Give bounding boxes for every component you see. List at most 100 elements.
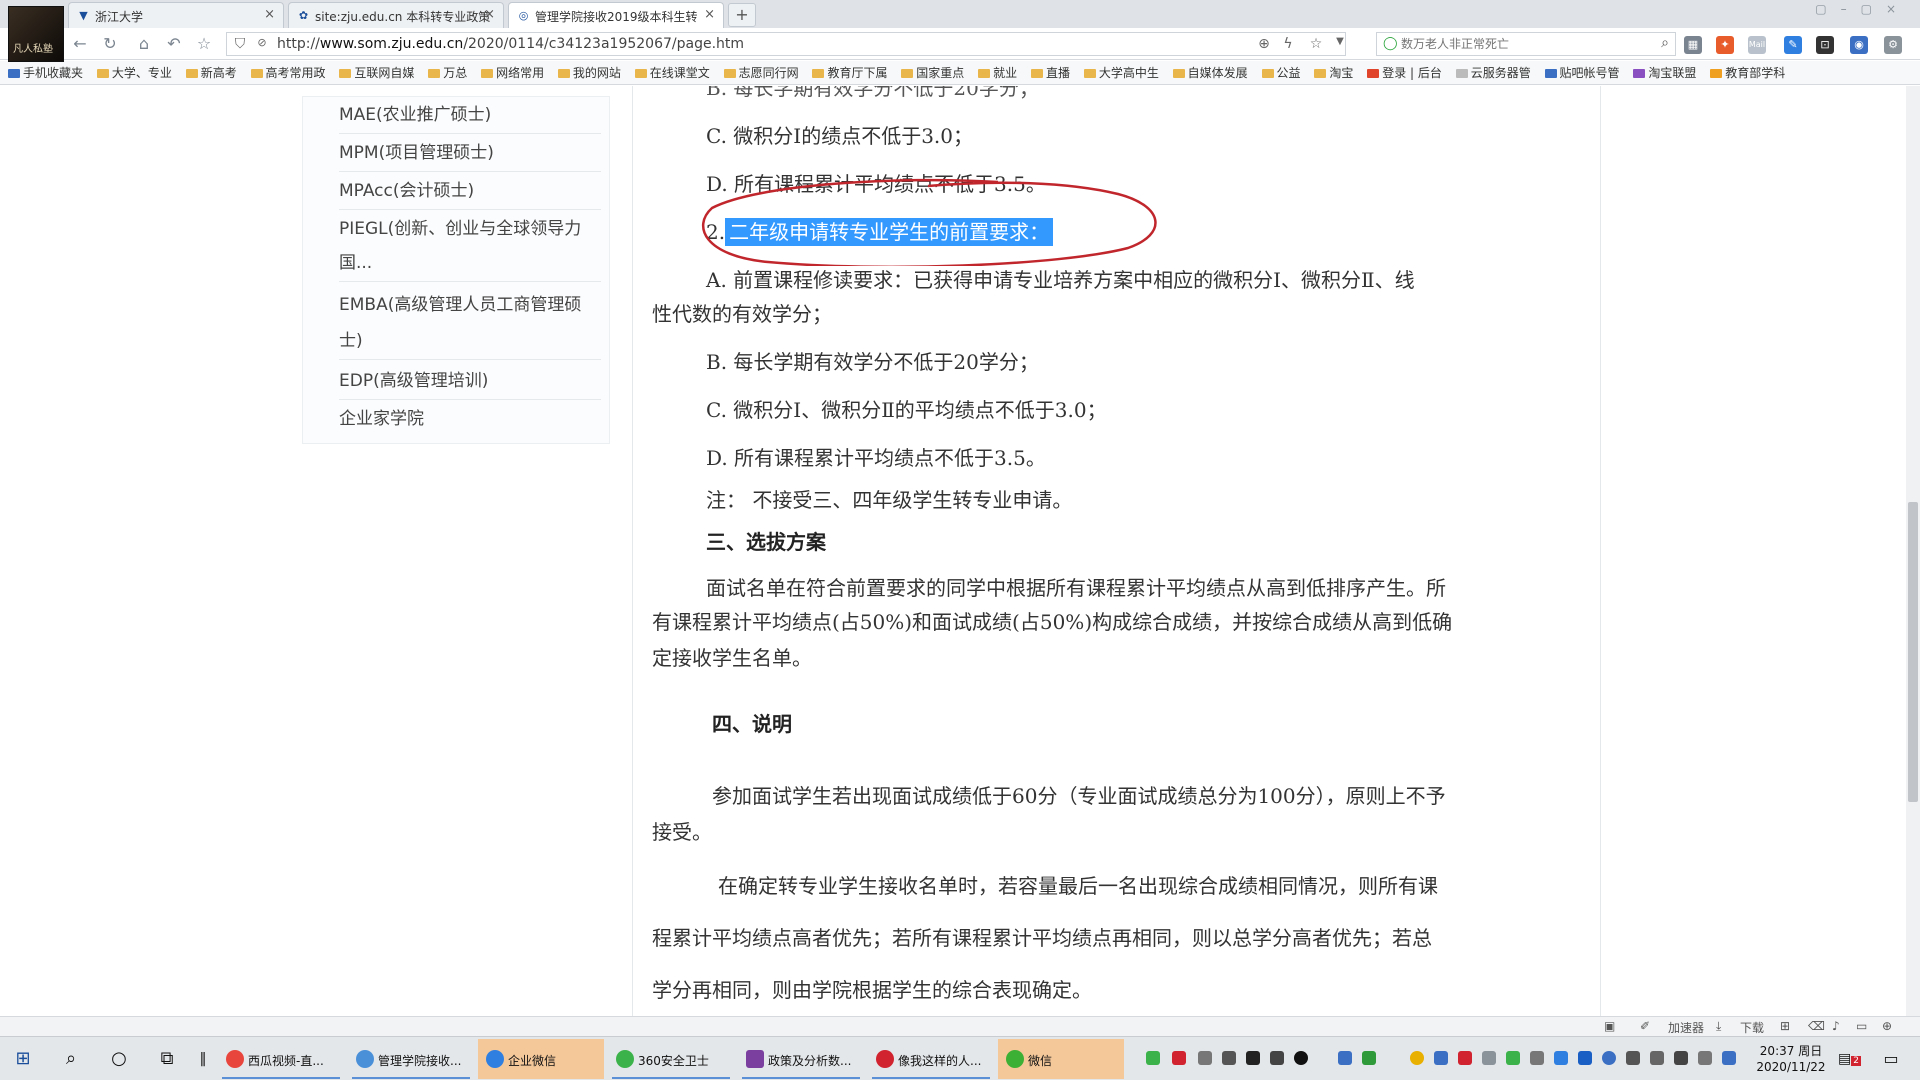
tray-mic-icon[interactable]: [1246, 1051, 1260, 1065]
search-input[interactable]: [1401, 35, 1641, 53]
sidebar-item-piegl[interactable]: PIEGL(创新、创业与全球领导力: [339, 211, 601, 247]
home-icon[interactable]: ⌂: [134, 34, 154, 54]
tray-video-icon[interactable]: [1506, 1051, 1520, 1065]
tray-netease-icon[interactable]: [1458, 1051, 1472, 1065]
bookmark-item[interactable]: 淘宝: [1314, 61, 1353, 84]
tab-active-page[interactable]: ◎ 管理学院接收2019级本科生转 ×: [508, 2, 724, 28]
security-status-icon[interactable]: ⊘: [253, 36, 271, 49]
close-icon[interactable]: ×: [484, 7, 495, 22]
tab-zju[interactable]: ▼ 浙江大学 ×: [68, 2, 284, 28]
search-icon[interactable]: ⌕: [1661, 35, 1669, 51]
lightning-icon[interactable]: ϟ: [1279, 36, 1297, 52]
tray-volume-icon[interactable]: [1674, 1051, 1688, 1065]
taskbar-app-wecom[interactable]: 企业微信: [478, 1039, 604, 1079]
tray-security-icon[interactable]: [1410, 1051, 1424, 1065]
tray-music-icon[interactable]: [1172, 1051, 1186, 1065]
bookmark-star-icon[interactable]: ☆: [1307, 36, 1325, 52]
search-icon[interactable]: ⌕: [60, 1048, 82, 1070]
clean-icon[interactable]: ✐: [1640, 1019, 1650, 1033]
tray-bluetooth-icon[interactable]: [1626, 1051, 1640, 1065]
vertical-scrollbar[interactable]: [1906, 86, 1920, 1016]
screenshot-icon[interactable]: ⊡: [1816, 36, 1834, 54]
translate-icon[interactable]: ◉: [1850, 36, 1868, 54]
sidebar-item-emba[interactable]: EMBA(高级管理人员工商管理硕: [339, 287, 601, 323]
notification-badge-icon[interactable]: ▤ 2: [1838, 1048, 1861, 1070]
windows-start-icon[interactable]: ⊞: [12, 1048, 34, 1070]
bookmark-item[interactable]: 教育厅下属: [812, 61, 887, 84]
tray-app-icon[interactable]: [1198, 1051, 1212, 1065]
tray-shield-icon[interactable]: [1270, 1051, 1284, 1065]
tray-pen-icon[interactable]: [1222, 1051, 1236, 1065]
sidebar-item-emba-cont[interactable]: 士): [339, 323, 601, 360]
taskbar-app-onenote[interactable]: 政策及分析数...: [738, 1039, 864, 1079]
bookmark-item[interactable]: 教育部学科: [1710, 61, 1785, 84]
tray-tool-icon[interactable]: [1482, 1051, 1496, 1065]
tray-qq-icon[interactable]: [1602, 1051, 1616, 1065]
bookmark-item[interactable]: 高考常用政: [250, 61, 326, 84]
sidebar-item-piegl-cont[interactable]: 国...: [339, 245, 601, 282]
shield-icon[interactable]: ⛉: [231, 36, 249, 52]
undo-close-icon[interactable]: ↶: [164, 34, 184, 54]
zoom-icon[interactable]: ⊕: [1255, 36, 1273, 52]
tray-wifi-helper-icon[interactable]: [1554, 1051, 1568, 1065]
address-bar[interactable]: ⛉ ⊘ http://www.som.zju.edu.cn/2020/0114/…: [226, 32, 1346, 56]
tray-chat-icon[interactable]: [1338, 1051, 1352, 1065]
user-avatar[interactable]: 凡人私塾: [8, 6, 64, 62]
zoom-status-icon[interactable]: ⊕: [1882, 1019, 1892, 1033]
bookmark-item[interactable]: 直播: [1030, 61, 1070, 84]
accelerator-button[interactable]: 加速器: [1668, 1019, 1704, 1036]
sidebar-item-edp[interactable]: EDP(高级管理培训): [339, 363, 601, 400]
dropdown-icon[interactable]: ▼: [1331, 36, 1349, 47]
bookmark-item[interactable]: 淘宝联盟: [1633, 61, 1696, 84]
volume-icon[interactable]: ♪: [1832, 1019, 1840, 1033]
taskbar-app-netease-music[interactable]: 像我这样的人...: [868, 1039, 994, 1079]
tray-word-icon[interactable]: [1578, 1051, 1592, 1065]
tray-settings-icon[interactable]: [1530, 1051, 1544, 1065]
bookmark-item[interactable]: 互联网自媒: [339, 61, 414, 84]
selected-text[interactable]: 二年级申请转专业学生的前置要求：: [725, 218, 1054, 246]
tray-battery-icon[interactable]: [1146, 1051, 1160, 1065]
bookmark-item[interactable]: 我的网站: [557, 61, 621, 84]
bookmark-item[interactable]: 云服务器管: [1455, 61, 1531, 84]
sidebar-item-mpm[interactable]: MPM(项目管理硕士): [339, 135, 601, 172]
bookmark-item[interactable]: 国家重点: [901, 61, 964, 84]
url-text[interactable]: http://www.som.zju.edu.cn/2020/0114/c341…: [277, 36, 744, 52]
taskbar-app-wechat[interactable]: 微信: [998, 1039, 1124, 1079]
sidebar-item-entrepreneur[interactable]: 企业家学院: [339, 401, 601, 437]
image-icon[interactable]: ▣: [1604, 1019, 1615, 1033]
bookmark-item[interactable]: 自媒体发展: [1172, 61, 1248, 84]
favorite-star-icon[interactable]: ☆: [194, 34, 214, 54]
trash-icon[interactable]: ⌫: [1808, 1019, 1825, 1033]
bookmark-item[interactable]: 大学高中生: [1083, 61, 1159, 84]
bookmark-item[interactable]: 公益: [1261, 61, 1301, 84]
bookmark-item[interactable]: 志愿同行网: [723, 61, 799, 84]
tray-feishu-icon[interactable]: [1434, 1051, 1448, 1065]
download-icon[interactable]: ⤓: [1716, 1019, 1721, 1034]
download-button[interactable]: 下载: [1740, 1019, 1764, 1036]
new-tab-button[interactable]: +: [728, 3, 756, 27]
tray-ime-icon[interactable]: [1722, 1051, 1736, 1065]
bookmark-item[interactable]: 手机收藏夹: [8, 61, 83, 84]
taskbar-app-browser[interactable]: 管理学院接收...: [348, 1039, 474, 1079]
close-icon[interactable]: ×: [704, 7, 715, 22]
window-controls[interactable]: ▢–▢×: [1815, 2, 1910, 16]
tool-icon[interactable]: ⊞: [1780, 1019, 1790, 1033]
back-icon[interactable]: ←: [70, 34, 90, 54]
action-center-icon[interactable]: ▭: [1880, 1048, 1902, 1070]
apps-grid-icon[interactable]: ▦: [1684, 36, 1702, 54]
game-icon[interactable]: ✦: [1716, 36, 1734, 54]
bookmark-item[interactable]: 登录 | 后台: [1367, 61, 1442, 84]
bookmark-item[interactable]: 万总: [428, 61, 467, 84]
task-view-icon[interactable]: ⧉: [156, 1048, 178, 1070]
refresh-icon[interactable]: ↻: [100, 34, 120, 54]
taskbar-app-xigua[interactable]: 西瓜视频-直...: [218, 1039, 344, 1079]
bookmark-item[interactable]: 贴吧帐号管: [1544, 61, 1620, 84]
scrollbar-thumb[interactable]: [1908, 502, 1918, 802]
bookmark-item[interactable]: 就业: [978, 61, 1017, 84]
close-icon[interactable]: ×: [264, 7, 275, 22]
settings-icon[interactable]: ⚙: [1884, 36, 1902, 54]
cortana-icon[interactable]: ○: [108, 1048, 130, 1070]
edit-icon[interactable]: ✎: [1784, 36, 1802, 54]
sidebar-item-mae[interactable]: MAE(农业推广硕士): [339, 97, 601, 134]
bookmark-item[interactable]: 在线课堂文: [634, 61, 710, 84]
